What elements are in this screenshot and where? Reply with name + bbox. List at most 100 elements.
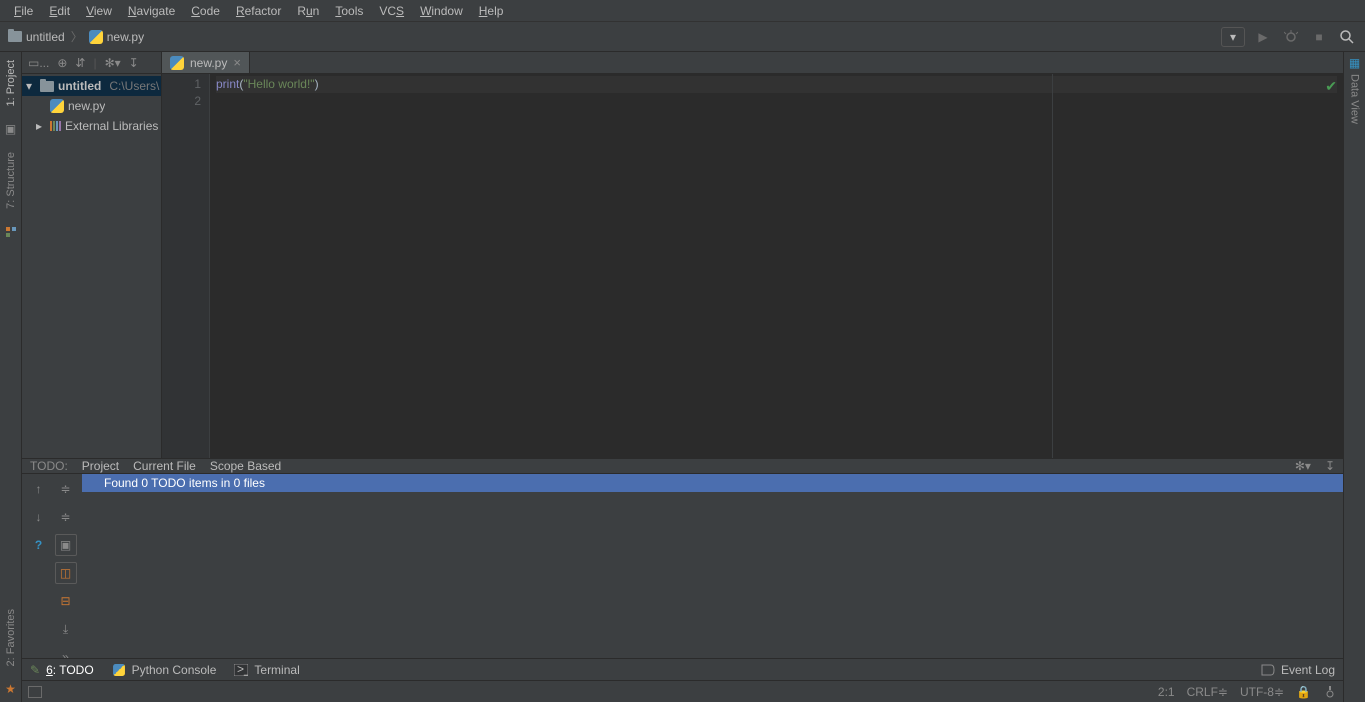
- navigation-bar: untitled 〉 new.py ▾ ▶ ■: [0, 22, 1365, 52]
- line-number: 1: [162, 76, 201, 93]
- svg-text:>_: >_: [237, 664, 248, 676]
- todo-icon: ✎: [30, 663, 40, 677]
- inspection-ok-icon[interactable]: ✔: [1325, 78, 1337, 95]
- project-file-node[interactable]: new.py: [22, 96, 161, 116]
- event-log-icon: [1261, 664, 1275, 676]
- todo-prev-icon[interactable]: ↑: [28, 478, 50, 500]
- menu-code[interactable]: Code: [183, 2, 228, 20]
- status-readonly-icon[interactable]: 🔒: [1296, 685, 1311, 699]
- todo-collapse-icon[interactable]: ≑: [55, 506, 77, 528]
- sidebar-tab-data-view[interactable]: Data View: [1349, 70, 1361, 128]
- right-margin-line: [1052, 74, 1053, 458]
- project-scope-selector[interactable]: ▭...: [28, 56, 49, 70]
- python-icon: [113, 664, 125, 676]
- project-file-label: new.py: [68, 99, 105, 113]
- editor: new.py × 1 2 print("Hello world!") ✔: [162, 52, 1343, 458]
- terminal-icon: >_: [234, 664, 248, 676]
- close-tab-icon[interactable]: ×: [233, 55, 241, 70]
- run-config-dropdown[interactable]: ▾: [1221, 27, 1245, 47]
- menu-help[interactable]: Help: [471, 2, 512, 20]
- todo-autoscroll-icon[interactable]: ▣: [55, 534, 77, 556]
- left-tool-gutter: 1: Project ▣ 7: Structure 2: Favorites ★: [0, 52, 22, 702]
- expand-arrow-icon[interactable]: ▸: [36, 119, 46, 133]
- editor-tab[interactable]: new.py ×: [162, 52, 250, 73]
- project-settings-icon[interactable]: ✻▾: [105, 56, 121, 70]
- sidebar-tab-favorites[interactable]: 2: Favorites: [5, 605, 17, 670]
- editor-tab-bar: new.py ×: [162, 52, 1343, 74]
- todo-results: Found 0 TODO items in 0 files: [82, 474, 1343, 672]
- menu-run[interactable]: Run: [289, 2, 327, 20]
- todo-label: TODO:: [30, 459, 68, 473]
- project-tree: ▾ untitled C:\Users\ new.py ▸ External L…: [22, 74, 161, 138]
- project-locate-icon[interactable]: ⊕: [57, 56, 67, 70]
- star-icon: ★: [4, 682, 18, 696]
- stop-button[interactable]: ■: [1309, 27, 1329, 47]
- project-tool-window: ▭... ⊕ ⇵ | ✻▾ ↧ ▾ untitled C:\Users\: [22, 52, 162, 458]
- run-button[interactable]: ▶: [1253, 27, 1273, 47]
- todo-tab-bar: TODO: Project Current File Scope Based ✻…: [22, 459, 1343, 474]
- todo-tab-scope-based[interactable]: Scope Based: [210, 459, 281, 473]
- sidebar-tab-structure[interactable]: 7: Structure: [5, 148, 17, 213]
- menu-bar: File Edit View Navigate Code Refactor Ru…: [0, 0, 1365, 22]
- python-file-icon: [50, 99, 64, 113]
- menu-tools[interactable]: Tools: [327, 2, 371, 20]
- external-libraries-node[interactable]: ▸ External Libraries: [22, 116, 161, 136]
- bottom-tab-terminal[interactable]: >_ Terminal: [234, 663, 299, 677]
- todo-help-icon[interactable]: ?: [28, 534, 50, 556]
- right-tool-gutter: ▦ Data View: [1343, 52, 1365, 702]
- code-area[interactable]: print("Hello world!"): [210, 74, 1343, 458]
- breadcrumb-project: untitled: [26, 30, 65, 44]
- todo-expand-icon[interactable]: ≑: [55, 478, 77, 500]
- bottom-tab-todo[interactable]: ✎ 6: TODO: [30, 663, 94, 677]
- status-encoding[interactable]: UTF-8≑: [1240, 685, 1284, 699]
- todo-flatten-icon[interactable]: ⊟: [55, 590, 77, 612]
- todo-next-icon[interactable]: ↓: [28, 506, 50, 528]
- status-bar: 2:1 CRLF≑ UTF-8≑ 🔒: [22, 680, 1343, 702]
- menu-edit[interactable]: Edit: [41, 2, 78, 20]
- todo-tab-current-file[interactable]: Current File: [133, 459, 196, 473]
- menu-file[interactable]: File: [6, 2, 41, 20]
- todo-side-toolbar: ↑ ↓ ? ≑ ≑ ▣ ◫ ⊟ ⤓ »: [22, 474, 82, 672]
- debug-button[interactable]: [1281, 27, 1301, 47]
- project-hide-icon[interactable]: ↧: [129, 56, 139, 70]
- code-fn: print: [216, 77, 239, 91]
- project-toolbar: ▭... ⊕ ⇵ | ✻▾ ↧: [22, 52, 161, 74]
- project-root-node[interactable]: ▾ untitled C:\Users\: [22, 76, 161, 96]
- expand-arrow-icon[interactable]: ▾: [26, 79, 36, 93]
- breadcrumb-separator: 〉: [71, 28, 83, 45]
- project-collapse-icon[interactable]: ⇵: [75, 56, 85, 70]
- breadcrumb[interactable]: untitled 〉 new.py: [8, 28, 144, 45]
- external-libraries-label: External Libraries: [65, 119, 158, 133]
- code-paren: ): [315, 77, 319, 91]
- menu-window[interactable]: Window: [412, 2, 471, 20]
- code-string: "Hello world!": [243, 77, 314, 91]
- menu-vcs[interactable]: VCS: [371, 2, 412, 20]
- status-line-separator[interactable]: CRLF≑: [1187, 685, 1228, 699]
- todo-export-icon[interactable]: ⤓: [55, 618, 77, 640]
- todo-hide-icon[interactable]: ↧: [1325, 459, 1335, 473]
- todo-message[interactable]: Found 0 TODO items in 0 files: [82, 474, 1343, 492]
- status-memory-indicator[interactable]: [28, 686, 42, 698]
- project-icon: ▣: [4, 122, 18, 136]
- sidebar-tab-project[interactable]: 1: Project: [5, 56, 17, 110]
- menu-navigate[interactable]: Navigate: [120, 2, 183, 20]
- bottom-tool-tabs: ✎ 6: TODO Python Console >_ Terminal Eve…: [22, 658, 1343, 680]
- todo-settings-icon[interactable]: ✻▾: [1295, 459, 1311, 473]
- python-file-icon: [89, 30, 103, 44]
- todo-tab-project[interactable]: Project: [82, 459, 119, 473]
- bottom-tab-python-console[interactable]: Python Console: [112, 663, 217, 677]
- todo-group-icon[interactable]: ◫: [55, 562, 77, 584]
- menu-refactor[interactable]: Refactor: [228, 2, 289, 20]
- project-root-label: untitled: [58, 79, 101, 93]
- todo-tool-window: TODO: Project Current File Scope Based ✻…: [22, 458, 1343, 658]
- editor-body[interactable]: 1 2 print("Hello world!") ✔: [162, 74, 1343, 458]
- status-inspection-icon[interactable]: [1323, 685, 1337, 699]
- menu-view[interactable]: View: [78, 2, 120, 20]
- bottom-tab-event-log[interactable]: Event Log: [1261, 663, 1335, 677]
- search-everywhere-button[interactable]: [1337, 27, 1357, 47]
- python-file-icon: [170, 56, 184, 70]
- project-root-path: C:\Users\: [109, 79, 159, 93]
- editor-tab-label: new.py: [190, 56, 227, 70]
- structure-icon: [4, 225, 18, 239]
- status-caret-position[interactable]: 2:1: [1158, 685, 1175, 699]
